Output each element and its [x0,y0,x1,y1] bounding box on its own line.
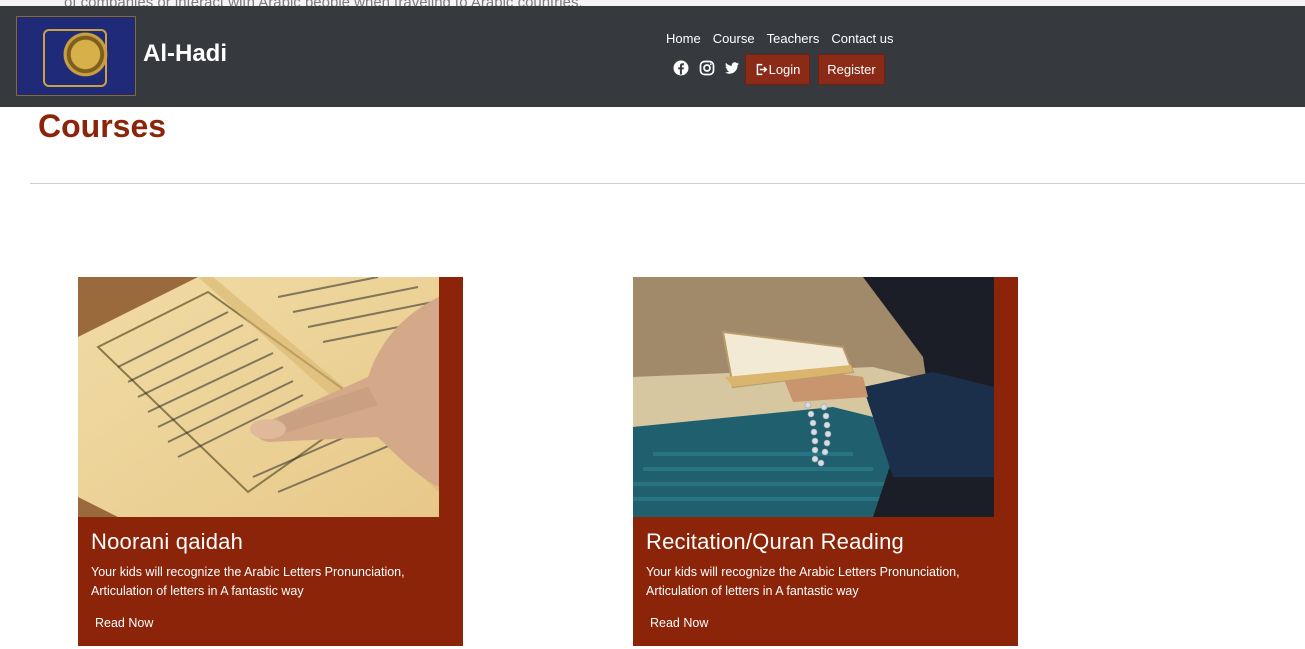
course-image-quran-pointing [78,277,439,517]
navbar: Al-Hadi Home Course Teachers Contact us … [0,6,1305,107]
read-now-link[interactable]: Read Now [650,616,708,630]
register-label: Register [827,62,876,77]
nav-link-course[interactable]: Course [713,31,755,46]
course-description: Your kids will recognize the Arabic Lett… [646,565,960,598]
course-description: Your kids will recognize the Arabic Lett… [91,565,405,598]
divider [30,183,1305,184]
read-now-link[interactable]: Read Now [95,616,153,630]
course-title: Noorani qaidah [91,529,244,554]
register-button[interactable]: Register [818,54,885,85]
page-title: Courses [38,108,167,144]
nav-link-home[interactable]: Home [666,31,701,46]
nav-link-contact[interactable]: Contact us [831,31,893,46]
nav-link-teachers[interactable]: Teachers [767,31,820,46]
brand-name[interactable]: Al-Hadi [143,40,227,68]
nav-links: Home Course Teachers Contact us [666,31,894,46]
twitter-icon[interactable] [724,60,740,76]
facebook-icon[interactable] [673,60,689,76]
login-icon [756,63,768,76]
course-card-recitation: Recitation/Quran Reading Your kids will … [633,277,1018,646]
login-button[interactable]: Login [745,54,810,85]
course-title: Recitation/Quran Reading [646,529,904,554]
course-card-noorani: Noorani qaidah Your kids will recognize … [78,277,463,646]
logo-image[interactable] [16,16,136,96]
login-label: Login [768,62,801,77]
instagram-icon[interactable] [699,60,715,76]
course-image-quran-reading [633,277,994,517]
